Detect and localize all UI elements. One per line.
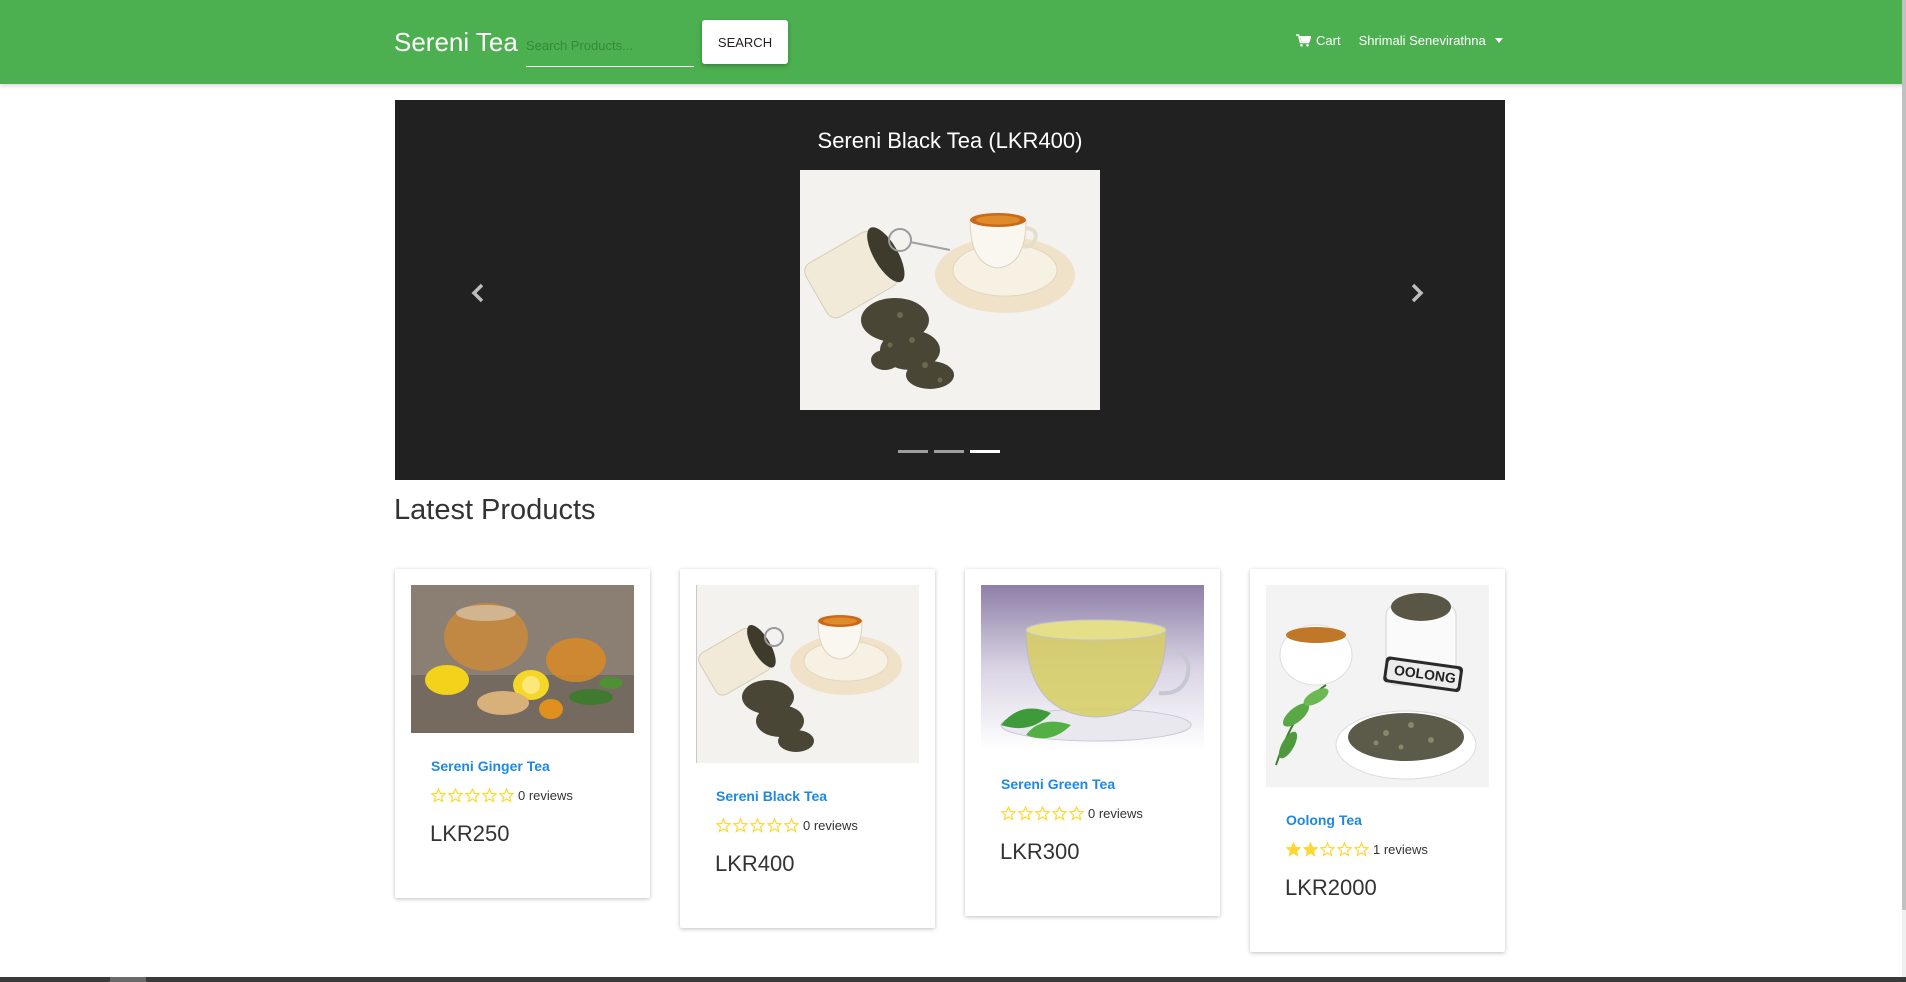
star-outline-icon [465, 788, 480, 803]
rating-stars [431, 788, 514, 803]
product-name-link[interactable]: Sereni Ginger Tea [431, 758, 550, 774]
product-image[interactable] [411, 585, 634, 733]
star-outline-icon [733, 818, 748, 833]
carousel-indicators [898, 450, 1000, 453]
carousel-title: Sereni Black Tea (LKR400) [817, 128, 1083, 153]
search-input[interactable] [526, 24, 694, 67]
star-outline-icon [448, 788, 463, 803]
cart-icon [1296, 34, 1311, 47]
star-outline-icon [716, 818, 731, 833]
star-outline-icon [767, 818, 782, 833]
chevron-left-icon [471, 283, 484, 303]
horizontal-scrollbar[interactable] [0, 977, 1906, 982]
product-price: LKR300 [1000, 839, 1080, 864]
product-card: Sereni Ginger Tea 0 reviews LKR250 [395, 569, 650, 898]
product-name-link[interactable]: Sereni Black Tea [716, 788, 827, 804]
top-navbar: Sereni Tea SEARCH Cart Shrimali Senevira… [0, 0, 1906, 84]
star-outline-icon [784, 818, 799, 833]
star-outline-icon [1069, 806, 1084, 821]
page-scrollbar-thumb[interactable] [1902, 0, 1906, 910]
rating-stars [1286, 842, 1369, 857]
star-outline-icon [1001, 806, 1016, 821]
caret-down-icon [1494, 38, 1503, 43]
star-outline-icon [1320, 842, 1335, 857]
brand-logo[interactable]: Sereni Tea [394, 27, 518, 58]
search-button[interactable]: SEARCH [702, 20, 788, 64]
product-carousel[interactable]: Sereni Black Tea (LKR400) [395, 100, 1505, 480]
star-outline-icon [1052, 806, 1067, 821]
carousel-slide-image [800, 170, 1100, 410]
carousel-next-button[interactable] [1402, 278, 1432, 308]
star-outline-icon [1354, 842, 1369, 857]
product-image[interactable] [696, 585, 919, 763]
review-count: 0 reviews [1088, 806, 1143, 821]
user-name: Shrimali Senevirathna [1358, 33, 1486, 48]
star-outline-icon [750, 818, 765, 833]
product-name-link[interactable]: Sereni Green Tea [1001, 776, 1115, 792]
carousel-indicator[interactable] [898, 450, 928, 453]
star-filled-icon [1303, 842, 1318, 857]
rating-stars [716, 818, 799, 833]
nav-right: Cart Shrimali Senevirathna [1296, 33, 1503, 48]
star-filled-icon [1286, 842, 1301, 857]
cart-label: Cart [1316, 33, 1341, 48]
review-count: 0 reviews [518, 788, 573, 803]
product-rating: 1 reviews [1286, 842, 1428, 857]
product-rating: 0 reviews [716, 818, 858, 833]
product-name-link[interactable]: Oolong Tea [1286, 812, 1362, 828]
horizontal-scrollbar-thumb[interactable] [110, 977, 146, 982]
carousel-prev-button[interactable] [463, 278, 493, 308]
star-outline-icon [482, 788, 497, 803]
star-outline-icon [1035, 806, 1050, 821]
product-image[interactable]: OOLONG [1266, 585, 1489, 787]
cart-link[interactable]: Cart [1296, 33, 1341, 48]
product-price: LKR2000 [1285, 875, 1377, 900]
latest-products-heading: Latest Products [394, 494, 596, 526]
review-count: 1 reviews [1373, 842, 1428, 857]
rating-stars [1001, 806, 1084, 821]
product-image[interactable] [981, 585, 1204, 751]
star-outline-icon [499, 788, 514, 803]
user-menu[interactable]: Shrimali Senevirathna [1359, 33, 1503, 48]
star-outline-icon [1018, 806, 1033, 821]
product-price: LKR250 [430, 821, 510, 846]
product-card: Sereni Green Tea 0 reviews LKR300 [965, 569, 1220, 916]
review-count: 0 reviews [803, 818, 858, 833]
product-price: LKR400 [715, 851, 795, 876]
product-rating: 0 reviews [431, 788, 573, 803]
product-card: OOLONG Oolong Tea 1 reviews LKR2000 [1250, 569, 1505, 952]
product-rating: 0 reviews [1001, 806, 1143, 821]
carousel-indicator-active[interactable] [970, 450, 1000, 453]
chevron-right-icon [1411, 283, 1424, 303]
star-outline-icon [431, 788, 446, 803]
star-outline-icon [1337, 842, 1352, 857]
product-card: Sereni Black Tea 0 reviews LKR400 [680, 569, 935, 928]
carousel-indicator[interactable] [934, 450, 964, 453]
